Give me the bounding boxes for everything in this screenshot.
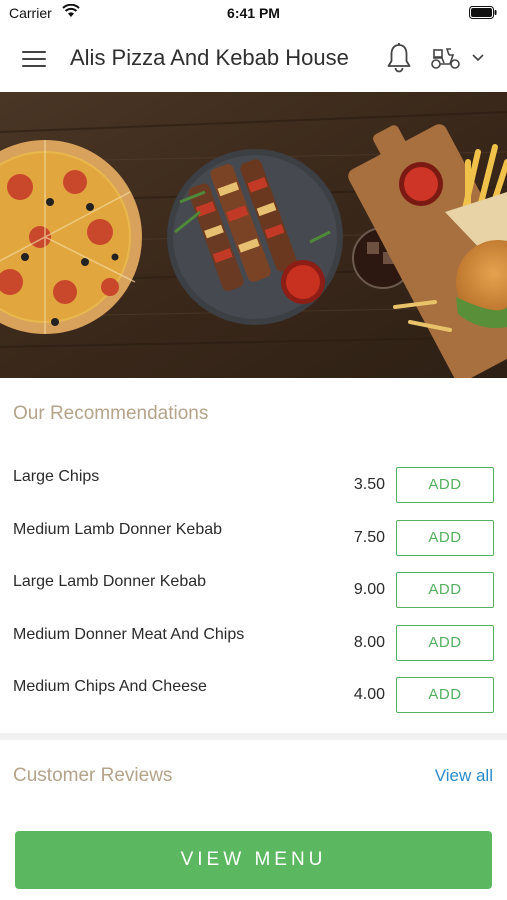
item-price: 3.50 [353, 476, 385, 493]
list-item: Medium Lamb Donner Kebab 7.50 ADD [0, 511, 507, 564]
item-price: 9.00 [353, 581, 385, 598]
list-item: Large Chips 3.50 ADD [0, 458, 507, 511]
battery-icon [469, 6, 497, 19]
status-time: 6:41 PM [227, 5, 280, 21]
recommendations-title: Our Recommendations [13, 403, 209, 424]
view-menu-button[interactable]: VIEW MENU [15, 831, 492, 889]
item-name: Medium Chips And Cheese [13, 678, 207, 695]
notification-bell-icon[interactable] [385, 42, 413, 74]
item-price: 7.50 [353, 528, 385, 546]
page-title: Alis Pizza And Kebab House [70, 45, 349, 70]
app-header: Alis Pizza And Kebab House [0, 26, 507, 92]
add-button[interactable]: ADD [396, 467, 494, 503]
list-item: Medium Chips And Cheese 4.00 ADD [0, 668, 507, 721]
status-bar: Carrier 6:41 PM [0, 0, 507, 26]
chevron-down-icon[interactable] [472, 54, 484, 62]
hero-food-banner [0, 92, 507, 378]
delivery-scooter-icon[interactable] [430, 46, 462, 70]
list-item: Large Lamb Donner Kebab 9.00 ADD [0, 563, 507, 616]
item-price: 4.00 [353, 686, 385, 703]
hamburger-menu-icon[interactable] [22, 48, 48, 70]
add-button[interactable]: ADD [396, 677, 494, 713]
item-name: Large Lamb Donner Kebab [13, 573, 207, 590]
reviews-title: Customer Reviews [13, 765, 173, 786]
item-name: Large Chips [13, 468, 100, 485]
item-name: Medium Donner Meat And Chips [13, 625, 245, 643]
add-button[interactable]: ADD [396, 519, 494, 556]
food-banner-illustration [0, 92, 507, 378]
add-button[interactable]: ADD [396, 624, 494, 661]
list-item: Medium Donner Meat And Chips 8.00 ADD [0, 616, 507, 669]
recommendations-list: Large Chips 3.50 ADD Medium Lamb Donner … [0, 458, 507, 721]
add-button[interactable]: ADD [396, 572, 494, 608]
item-price: 8.00 [353, 633, 385, 651]
section-divider [0, 733, 507, 740]
view-all-reviews-link[interactable]: View all [435, 766, 493, 786]
item-name: Medium Lamb Donner Kebab [13, 520, 223, 538]
